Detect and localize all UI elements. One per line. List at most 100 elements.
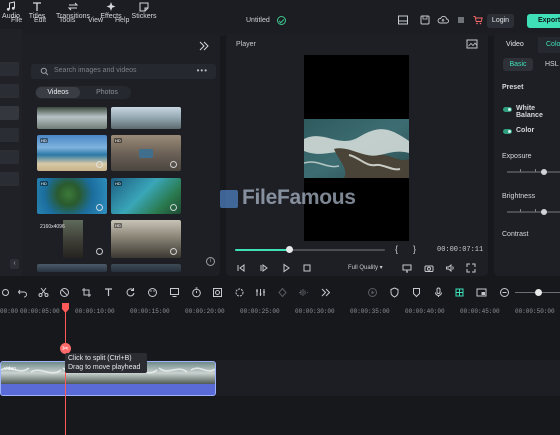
sidebar-item[interactable] [0,150,19,164]
display-icon[interactable] [402,263,412,273]
tooltip-line: Drag to move playhead [68,364,141,371]
tab-videos[interactable]: Videos [36,87,80,98]
more-tools-icon[interactable] [320,287,331,298]
sidebar-item[interactable] [0,128,19,142]
mark-out-button[interactable]: } [413,244,416,254]
layout-icon[interactable] [397,14,409,26]
cart-icon[interactable] [472,14,484,26]
brightness-slider-handle[interactable] [541,209,547,215]
tooltip-line: Click to split (Ctrl+B) [68,355,132,362]
media-thumbnail[interactable] [111,264,181,272]
scrubber-handle[interactable] [286,246,293,253]
expand-chevrons-icon[interactable] [198,40,210,52]
save-icon[interactable] [419,14,431,26]
sidebar-item[interactable] [0,84,19,98]
shield-icon[interactable] [389,287,400,298]
hd-badge: HD [40,181,48,186]
audio-wave-icon[interactable] [298,287,309,298]
crop-icon[interactable] [81,287,92,298]
search-input[interactable]: Search images and videos ••• [31,64,216,79]
download-icon[interactable] [96,204,103,211]
text-icon[interactable] [103,287,114,298]
media-thumbnail[interactable]: HD [111,178,181,214]
media-thumbnail[interactable]: HD [111,135,181,171]
mask-icon[interactable] [212,287,223,298]
snapshot-icon[interactable] [466,39,478,49]
exposure-slider[interactable] [507,171,560,173]
media-thumbnail[interactable]: HD [111,220,181,258]
tab-audio[interactable]: Audio [1,1,21,20]
login-button[interactable]: Login [487,14,514,28]
download-icon[interactable] [96,248,103,255]
info-icon[interactable]: i [206,257,215,266]
brightness-slider[interactable] [507,211,560,213]
preset-label: Preset [502,84,524,91]
tab-transitions[interactable]: Transitions [55,1,91,20]
tab-stickers[interactable]: Stickers [131,1,157,20]
stop-icon[interactable] [302,263,312,273]
ruler-tick: 00:00:25:00 [240,308,280,315]
split-scissors-icon[interactable] [38,287,49,298]
mark-in-button[interactable]: { [395,244,398,254]
marker-icon[interactable] [411,287,422,298]
tab-video[interactable]: Video [506,41,524,48]
adjust-icon[interactable] [169,287,180,298]
sidebar-item-active[interactable] [0,106,19,120]
keyframe-icon[interactable] [277,287,288,298]
watermark-text: FileFamous [242,186,356,209]
motion-track-icon[interactable] [234,287,245,298]
slider-tick [535,169,536,172]
microphone-icon[interactable] [433,287,444,298]
step-back-icon[interactable] [236,263,246,273]
download-icon[interactable] [170,248,177,255]
sidebar-collapse-button[interactable]: ‹ [10,259,19,269]
white-balance-toggle[interactable] [503,107,512,112]
sidebar-item[interactable] [0,62,19,76]
media-thumbnail[interactable] [37,107,107,129]
watermark-logo [220,190,238,208]
grid-icon[interactable] [0,287,11,298]
play-frame-icon[interactable] [259,263,269,273]
picture-in-picture-icon[interactable] [476,287,487,298]
subtab-basic[interactable]: Basic [503,58,533,71]
export-button[interactable]: Export [527,14,560,28]
menu-lines-icon[interactable] [455,14,467,26]
audio-adjust-icon[interactable] [255,287,266,298]
ruler-tick: 00:00:35:00 [350,308,390,315]
camera-icon[interactable] [424,263,434,273]
fullscreen-icon[interactable] [466,263,476,273]
ai-magic-icon[interactable] [454,287,465,298]
transition-arrows-icon [67,1,79,12]
play-icon[interactable] [281,263,291,273]
color-palette-icon[interactable] [147,287,158,298]
render-icon[interactable] [367,287,378,298]
download-icon[interactable] [170,204,177,211]
tab-photos[interactable]: Photos [85,87,129,98]
download-icon[interactable] [170,161,177,168]
zoom-slider-handle[interactable] [535,289,542,296]
sticker-icon [138,1,150,12]
tab-color[interactable]: Colo [538,37,560,53]
media-thumbnail[interactable] [111,107,181,129]
tab-effects[interactable]: Effects [99,1,123,20]
exposure-slider-handle[interactable] [541,169,547,175]
rotate-icon[interactable] [125,287,136,298]
cloud-upload-icon[interactable] [437,14,449,26]
media-thumbnail[interactable]: HD [37,135,107,171]
zoom-out-icon[interactable] [499,287,510,298]
media-thumbnail[interactable] [37,264,107,272]
more-options-icon[interactable]: ••• [197,66,208,75]
color-toggle[interactable] [503,129,512,134]
quality-dropdown[interactable]: Full Quality ▾ [348,264,383,271]
subtab-hsl[interactable]: HSL [545,61,559,68]
delete-icon[interactable] [59,287,70,298]
white-balance-label: White Balance [516,105,543,119]
hd-badge: HD [40,138,48,143]
sidebar-item[interactable] [0,172,19,186]
speed-timer-icon[interactable] [191,287,202,298]
volume-icon[interactable] [445,263,455,273]
media-thumbnail[interactable]: HD [37,178,107,214]
undo-icon[interactable] [17,287,28,298]
download-icon[interactable] [96,161,103,168]
tab-titles[interactable]: Titles [27,1,47,20]
